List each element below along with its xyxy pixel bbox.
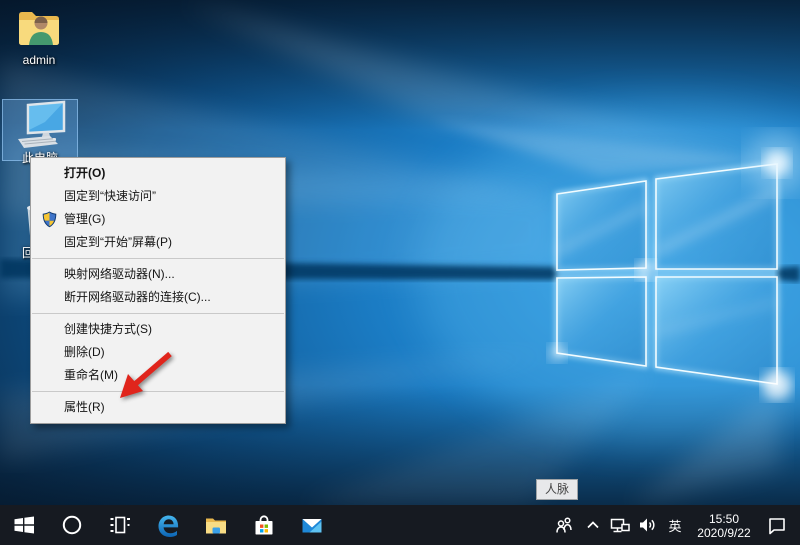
show-hidden-icons-button[interactable] [580,505,606,545]
menu-item-map-network-drive[interactable]: 映射网络驱动器(N)... [31,263,285,286]
taskbar: 英 15:50 2020/9/22 [0,505,800,545]
mail-button[interactable] [288,505,336,545]
context-menu: 打开(O) 固定到“快速访问” 管理(G) 固定到“开始”屏幕(P) 映射网络驱… [30,157,286,424]
action-center-icon [765,513,789,537]
icon-label-admin: admin [1,53,77,67]
menu-item-rename[interactable]: 重命名(M) [31,364,285,387]
file-explorer-button[interactable] [192,505,240,545]
edge-icon [155,512,181,538]
menu-item-disconnect-network-drive[interactable]: 断开网络驱动器的连接(C)... [31,286,285,309]
edge-button[interactable] [144,505,192,545]
menu-separator [32,313,284,314]
desktop-icon-this-pc[interactable]: 此电脑 [2,99,78,161]
menu-item-manage[interactable]: 管理(G) [31,208,285,231]
people-icon [553,513,577,537]
task-view-icon [107,512,133,538]
people-button[interactable] [550,505,580,545]
desktop-icon-admin[interactable]: admin [1,6,77,67]
task-view-button[interactable] [96,505,144,545]
network-button[interactable] [606,505,634,545]
this-pc-icon [12,100,68,150]
ime-indicator[interactable]: 英 [662,505,688,545]
menu-item-create-shortcut[interactable]: 创建快捷方式(S) [31,318,285,341]
network-icon [608,513,632,537]
mail-icon [299,512,325,538]
action-center-button[interactable] [760,505,794,545]
chevron-up-icon [583,515,603,535]
desktop-screen: admin 此电脑 回收站 打开(O) [0,0,800,545]
store-button[interactable] [240,505,288,545]
system-tray: 英 15:50 2020/9/22 [550,505,800,545]
menu-item-pin-start-screen[interactable]: 固定到“开始”屏幕(P) [31,231,285,254]
menu-separator [32,391,284,392]
menu-item-properties[interactable]: 属性(R) [31,396,285,419]
uac-shield-icon [42,211,57,228]
file-explorer-icon [203,512,229,538]
menu-item-pin-quick-access[interactable]: 固定到“快速访问” [31,185,285,208]
windows-logo-icon [11,512,37,538]
start-button[interactable] [0,505,48,545]
menu-item-open[interactable]: 打开(O) [31,162,285,185]
cortana-circle-icon [59,512,85,538]
cortana-button[interactable] [48,505,96,545]
speaker-icon [636,513,660,537]
store-icon [251,512,277,538]
menu-item-delete[interactable]: 删除(D) [31,341,285,364]
clock[interactable]: 15:50 2020/9/22 [688,505,760,545]
menu-separator [32,258,284,259]
clock-date: 2020/9/22 [697,526,750,540]
user-folder-icon [16,6,62,52]
people-tooltip: 人脉 [536,479,578,500]
volume-button[interactable] [634,505,662,545]
clock-time: 15:50 [697,512,750,526]
